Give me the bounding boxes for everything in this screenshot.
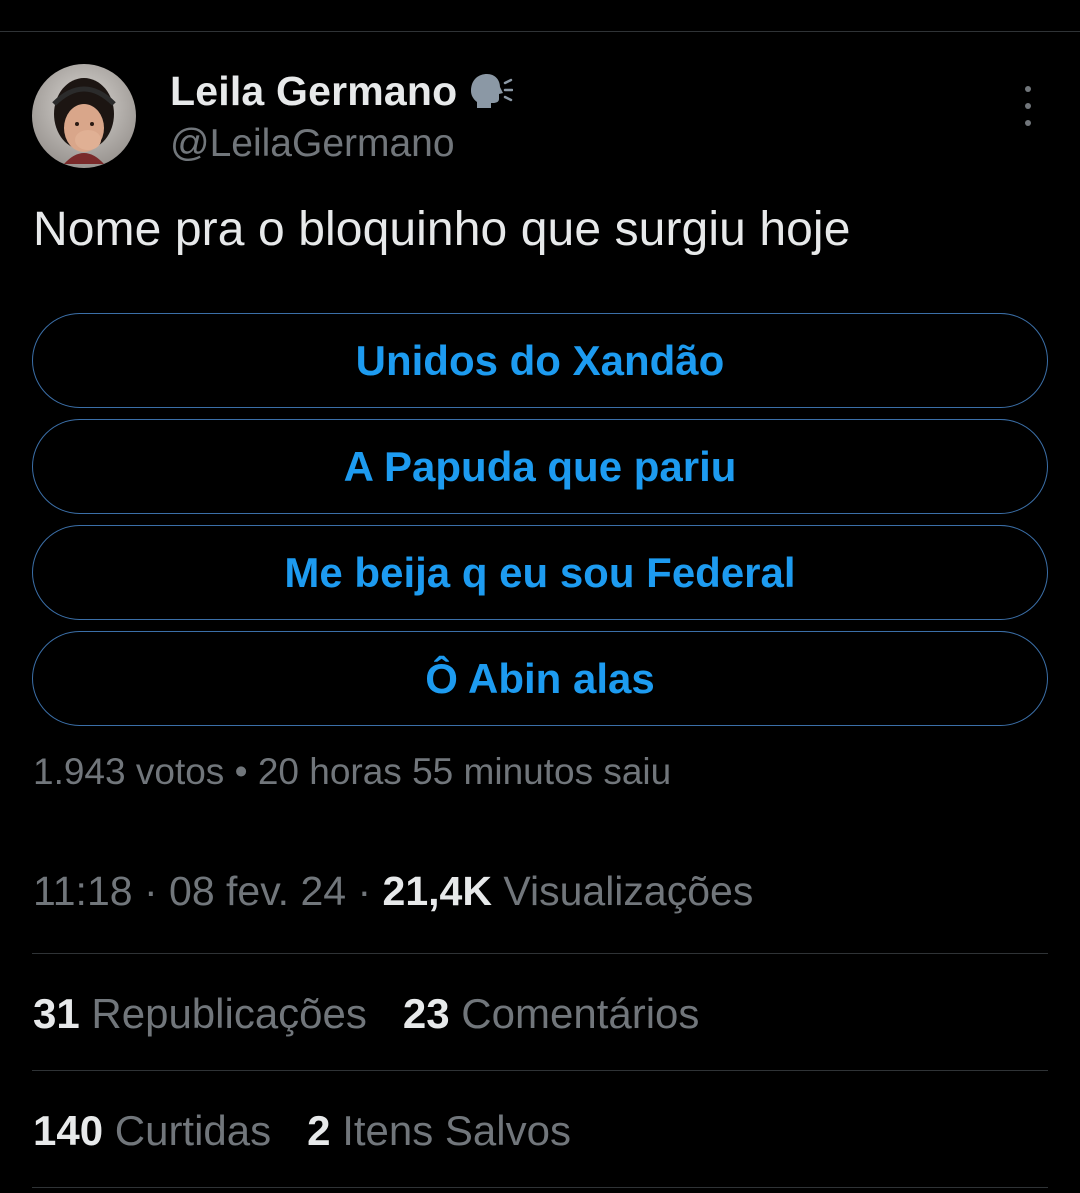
saves-stat[interactable]: 2 Itens Salvos — [307, 1107, 571, 1155]
separator: · — [357, 868, 372, 914]
poll: Unidos do Xandão A Papuda que pariu Me b… — [32, 313, 1048, 737]
avatar-image — [32, 64, 136, 168]
poll-option-3[interactable]: Me beija q eu sou Federal — [32, 525, 1048, 620]
tweet-text: Nome pra o bloquinho que surgiu hoje — [33, 203, 851, 256]
reposts-count: 31 — [33, 990, 80, 1037]
timestamp-row: 11:18 · 08 fev. 24 · 21,4K Visualizações — [33, 868, 753, 915]
views-label: Visualizações — [503, 868, 754, 914]
saves-count: 2 — [307, 1107, 331, 1154]
speaking-head-icon — [467, 71, 514, 111]
poll-option-1[interactable]: Unidos do Xandão — [32, 313, 1048, 408]
tweet-date[interactable]: 08 fev. 24 — [169, 868, 346, 914]
tweet-time[interactable]: 11:18 — [33, 868, 133, 914]
divider — [32, 1070, 1048, 1071]
author-names: Leila Germano @LeilaGermano — [170, 66, 514, 166]
display-name[interactable]: Leila Germano — [170, 68, 457, 115]
comments-stat[interactable]: 23 Comentários — [403, 990, 700, 1038]
comments-count: 23 — [402, 990, 450, 1037]
divider — [32, 1187, 1048, 1188]
saves-label: Itens Salvos — [342, 1107, 571, 1154]
separator: · — [143, 868, 158, 914]
reposts-stat[interactable]: 31 Republicações — [33, 990, 367, 1038]
top-divider — [0, 31, 1080, 32]
more-options-icon[interactable] — [1016, 86, 1040, 126]
comments-label: Comentários — [461, 990, 700, 1037]
likes-label: Curtidas — [114, 1107, 272, 1154]
likes-count: 140 — [33, 1107, 104, 1154]
poll-option-4[interactable]: Ô Abin alas — [32, 631, 1048, 726]
poll-meta: 1.943 votos • 20 horas 55 minutos saiu — [33, 751, 672, 792]
stats-row-reposts-comments: 31 Republicações 23 Comentários — [33, 990, 699, 1038]
stats-row-likes-saves: 140 Curtidas 2 Itens Salvos — [33, 1107, 571, 1155]
handle[interactable]: @LeilaGermano — [170, 122, 513, 166]
divider — [32, 953, 1048, 954]
likes-stat[interactable]: 140 Curtidas — [33, 1107, 271, 1155]
tweet-header: Leila Germano @LeilaGermano — [32, 62, 1048, 172]
views-count: 21,4K — [382, 868, 492, 914]
reposts-label: Republicações — [91, 990, 367, 1037]
avatar[interactable] — [32, 64, 136, 168]
poll-option-2[interactable]: A Papuda que pariu — [32, 419, 1048, 514]
